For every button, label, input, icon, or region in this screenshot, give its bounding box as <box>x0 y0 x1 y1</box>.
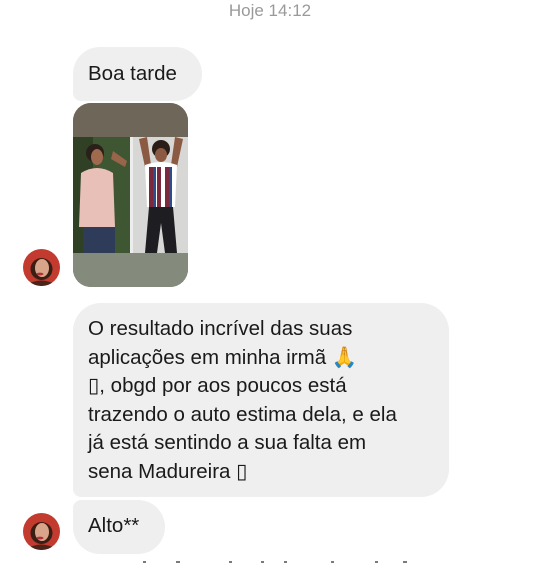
message-photo[interactable] <box>73 103 188 287</box>
message-bubble-testimonial[interactable]: O resultado incrível das suas aplicações… <box>73 303 449 497</box>
message-line: O resultado incrível das suas <box>88 317 353 340</box>
avatar-icon <box>23 249 60 286</box>
photo-image <box>73 103 188 287</box>
message-text: Alto** <box>88 514 140 537</box>
message-text: Boa tarde <box>88 62 177 85</box>
message-line: ▯, obgd por aos poucos está <box>88 374 347 397</box>
message-line: sena Madureira ▯ <box>88 459 248 483</box>
chat-thread: Hoje 14:12 Boa tarde O resultado incríve… <box>0 0 540 564</box>
message-bubble-short[interactable]: Alto** <box>73 500 165 554</box>
contact-avatar[interactable] <box>23 513 60 550</box>
next-message-edge <box>143 561 407 563</box>
message-line: aplicações em minha irmã 🙏 <box>88 345 358 369</box>
message-line: já está sentindo a sua falta em <box>88 431 367 454</box>
message-timestamp: Hoje 14:12 <box>228 1 312 20</box>
message-bubble-greeting[interactable]: Boa tarde <box>73 47 202 101</box>
contact-avatar[interactable] <box>23 249 60 286</box>
avatar-icon <box>23 513 60 550</box>
message-line: trazendo o auto estima dela, e ela <box>88 402 397 426</box>
